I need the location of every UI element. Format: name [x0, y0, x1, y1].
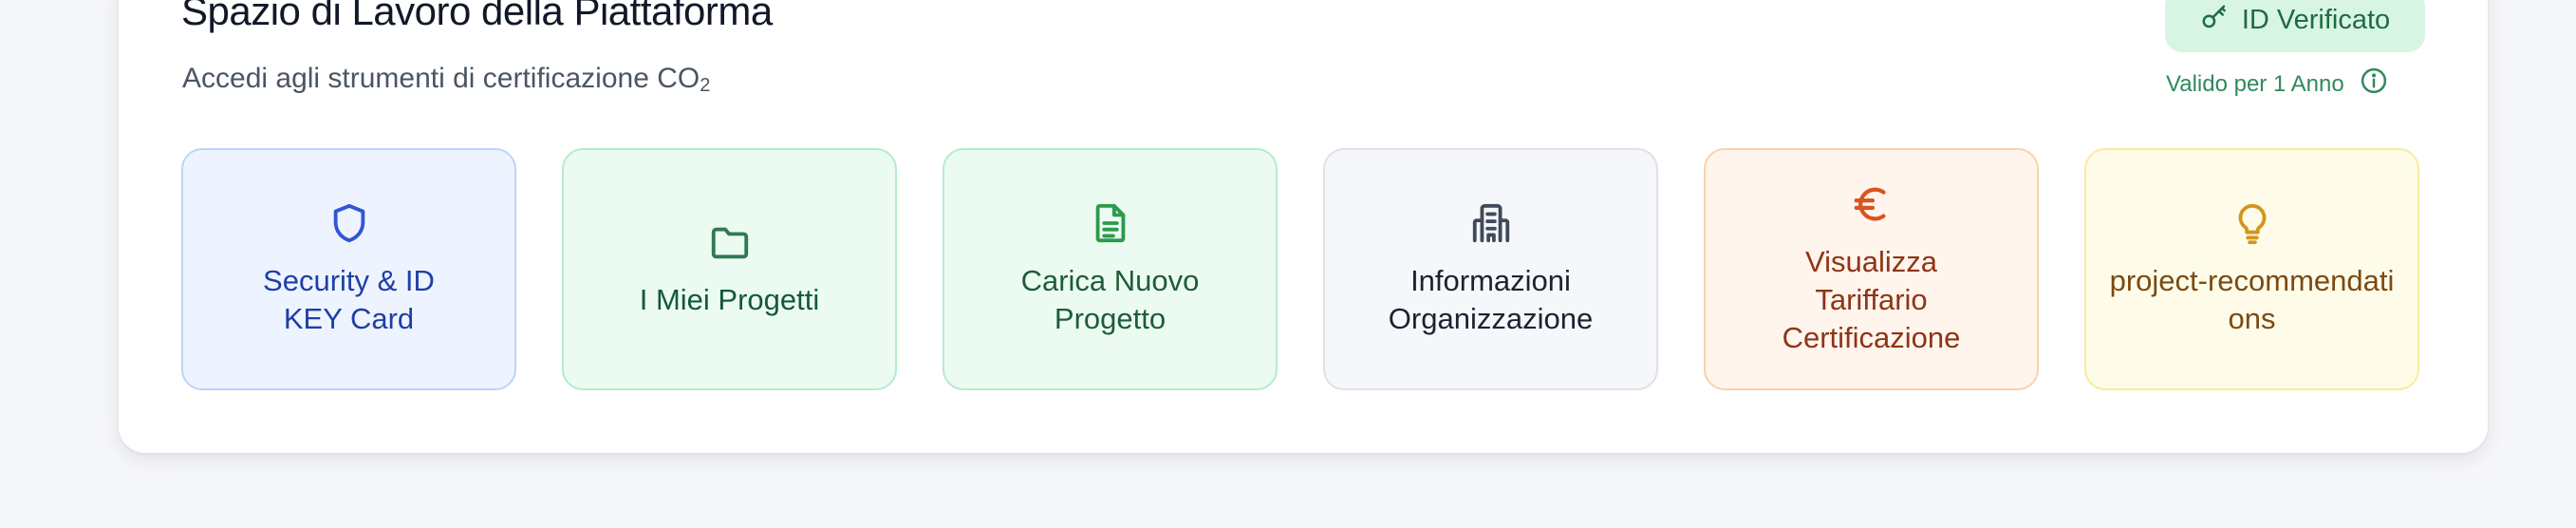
card-upload-project[interactable]: Carica Nuovo Progetto: [943, 148, 1278, 390]
validity-info: Valido per 1 Anno: [2166, 66, 2388, 102]
card-label: Informazioni Organizzazione: [1388, 263, 1594, 335]
building-icon: [1469, 201, 1513, 245]
euro-icon: [1850, 182, 1894, 226]
key-icon: [2200, 3, 2229, 39]
card-label: Security & ID KEY Card: [263, 263, 435, 335]
card-label: project-recommendations: [2109, 263, 2395, 335]
tool-cards: Security & ID KEY Card I Miei Progetti C…: [181, 148, 2419, 390]
document-icon: [1089, 201, 1132, 245]
card-organization-info[interactable]: Informazioni Organizzazione: [1323, 148, 1658, 390]
card-label: I Miei Progetti: [639, 282, 820, 316]
validity-label: Valido per 1 Anno: [2166, 70, 2344, 97]
card-project-recommendations[interactable]: project-recommendations: [2084, 148, 2419, 390]
info-icon[interactable]: [2360, 66, 2388, 102]
folder-icon: [708, 220, 752, 264]
lightbulb-icon: [2231, 201, 2274, 245]
card-label: Visualizza Tariffario Certificazione: [1782, 244, 1961, 354]
card-label: Carica Nuovo Progetto: [1020, 263, 1200, 335]
card-security-id[interactable]: Security & ID KEY Card: [181, 148, 516, 390]
id-verified-badge: ID Verificato: [2165, 0, 2425, 52]
subtitle-text: Accedi agli strumenti di certificazione …: [182, 63, 700, 94]
page-subtitle: Accedi agli strumenti di certificazione …: [182, 63, 710, 97]
shield-icon: [327, 201, 371, 245]
page-title: Spazio di Lavoro della Piattaforma: [181, 0, 773, 33]
card-my-projects[interactable]: I Miei Progetti: [562, 148, 897, 390]
card-pricing[interactable]: Visualizza Tariffario Certificazione: [1704, 148, 2039, 390]
subtitle-subscript: 2: [700, 75, 711, 96]
badge-label: ID Verificato: [2241, 5, 2391, 35]
